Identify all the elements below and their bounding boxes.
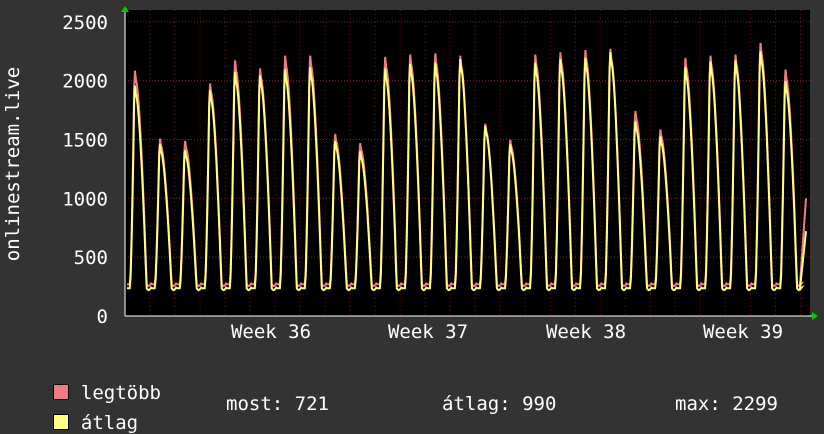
y-tick-labels: 0 500 1000 1500 2000 2500 bbox=[62, 12, 108, 328]
x-tick-label: Week 37 bbox=[388, 321, 468, 343]
x-tick-label: Week 38 bbox=[546, 321, 626, 343]
x-axis-arrow bbox=[812, 312, 818, 320]
y-tick-label: 1500 bbox=[62, 129, 108, 151]
y-tick-label: 1000 bbox=[62, 188, 108, 210]
y-tick-label: 500 bbox=[74, 247, 108, 269]
y-tick-label: 2500 bbox=[62, 12, 108, 34]
y-axis-label: onlinestream.live bbox=[2, 67, 24, 261]
y-axis-arrow bbox=[121, 6, 129, 12]
y-tick-label: 0 bbox=[97, 306, 108, 328]
legend-item-atlag: átlag bbox=[30, 393, 138, 433]
stat-average: átlag: 990 bbox=[442, 393, 557, 415]
x-tick-labels: Week 36 Week 37 Week 38 Week 39 bbox=[231, 321, 783, 343]
atlag-swatch bbox=[52, 413, 69, 430]
x-tick-label: Week 39 bbox=[703, 321, 783, 343]
y-tick-label: 2000 bbox=[62, 71, 108, 93]
x-tick-label: Week 36 bbox=[231, 321, 311, 343]
stat-max: max: 2299 bbox=[675, 393, 778, 415]
stat-now: most: 721 bbox=[226, 393, 329, 415]
legend-label-atlag: átlag bbox=[80, 412, 139, 434]
